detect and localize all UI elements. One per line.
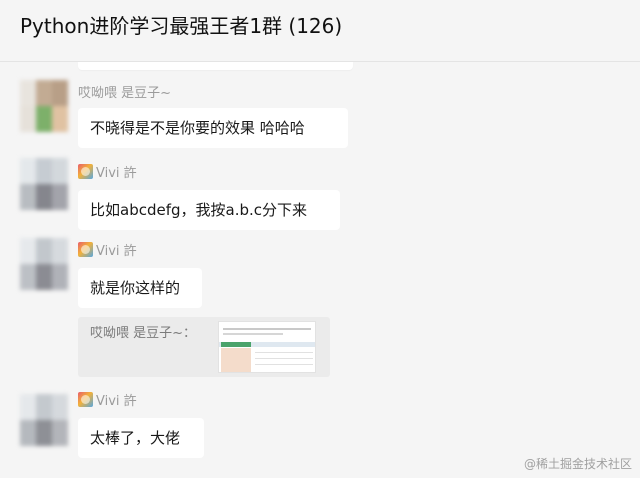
- sender-name-text: Vivi 許: [96, 394, 137, 409]
- chat-header: Python进阶学习最强王者1群 (126): [0, 0, 640, 62]
- sender-name: Vivi 許: [78, 242, 137, 261]
- sender-name: Vivi 許: [78, 392, 137, 411]
- avatar-pixel: [20, 420, 36, 446]
- group-badge-icon: [78, 164, 93, 179]
- sender-name-text: Vivi 許: [96, 166, 137, 181]
- avatar-pixel: [52, 264, 68, 290]
- avatar[interactable]: [20, 80, 68, 132]
- previous-message-bubble[interactable]: [78, 62, 353, 70]
- avatar[interactable]: [20, 158, 68, 210]
- group-badge-icon: [78, 242, 93, 257]
- message-bubble[interactable]: 不晓得是不是你要的效果 哈哈哈: [78, 108, 348, 148]
- chat-title[interactable]: Python进阶学习最强王者1群 (126): [20, 14, 342, 38]
- thumb-line: [223, 328, 311, 330]
- avatar-pixel: [52, 80, 68, 106]
- thumb-column: [221, 348, 251, 372]
- avatar-pixel: [52, 184, 68, 210]
- sender-name-text: Vivi 許: [96, 244, 137, 259]
- sender-name: 哎呦喂 是豆子~: [78, 85, 171, 103]
- message-bubble[interactable]: 太棒了，大佬: [78, 418, 204, 458]
- avatar-pixel: [52, 158, 68, 184]
- avatar-pixel: [36, 264, 52, 290]
- thumb-line: [223, 333, 283, 335]
- avatar-pixel: [52, 420, 68, 446]
- avatar-pixel: [36, 80, 52, 106]
- avatar-pixel: [20, 394, 36, 420]
- avatar-pixel: [20, 264, 36, 290]
- avatar-pixel: [20, 106, 36, 132]
- thumb-row: [255, 364, 313, 365]
- avatar-pixel: [20, 238, 36, 264]
- avatar-pixel: [36, 158, 52, 184]
- avatar-pixel: [36, 420, 52, 446]
- avatar-pixel: [20, 158, 36, 184]
- quoted-image-thumbnail[interactable]: [218, 321, 316, 373]
- avatar[interactable]: [20, 238, 68, 290]
- avatar-pixel: [36, 394, 52, 420]
- avatar-pixel: [52, 394, 68, 420]
- group-badge-icon: [78, 392, 93, 407]
- message-bubble[interactable]: 就是你这样的: [78, 268, 202, 308]
- sender-name-text: 哎呦喂 是豆子~: [78, 86, 172, 101]
- avatar-pixel: [52, 106, 68, 132]
- avatar-pixel: [20, 184, 36, 210]
- thumb-toolbar: [219, 342, 315, 347]
- thumb-accent: [221, 342, 251, 347]
- thumb-row: [255, 352, 313, 353]
- watermark: @稀土掘金技术社区: [523, 457, 632, 471]
- avatar[interactable]: [20, 394, 68, 446]
- message-bubble[interactable]: 比如abcdefg，我按a.b.c分下来: [78, 190, 340, 230]
- quoted-message[interactable]: 哎呦喂 是豆子~：: [78, 317, 330, 377]
- avatar-pixel: [52, 238, 68, 264]
- avatar-pixel: [36, 238, 52, 264]
- avatar-pixel: [36, 106, 52, 132]
- thumb-row: [255, 358, 313, 359]
- avatar-pixel: [36, 184, 52, 210]
- avatar-pixel: [20, 80, 36, 106]
- sender-name: Vivi 許: [78, 164, 137, 183]
- quoted-sender: 哎呦喂 是豆子~：: [90, 326, 197, 341]
